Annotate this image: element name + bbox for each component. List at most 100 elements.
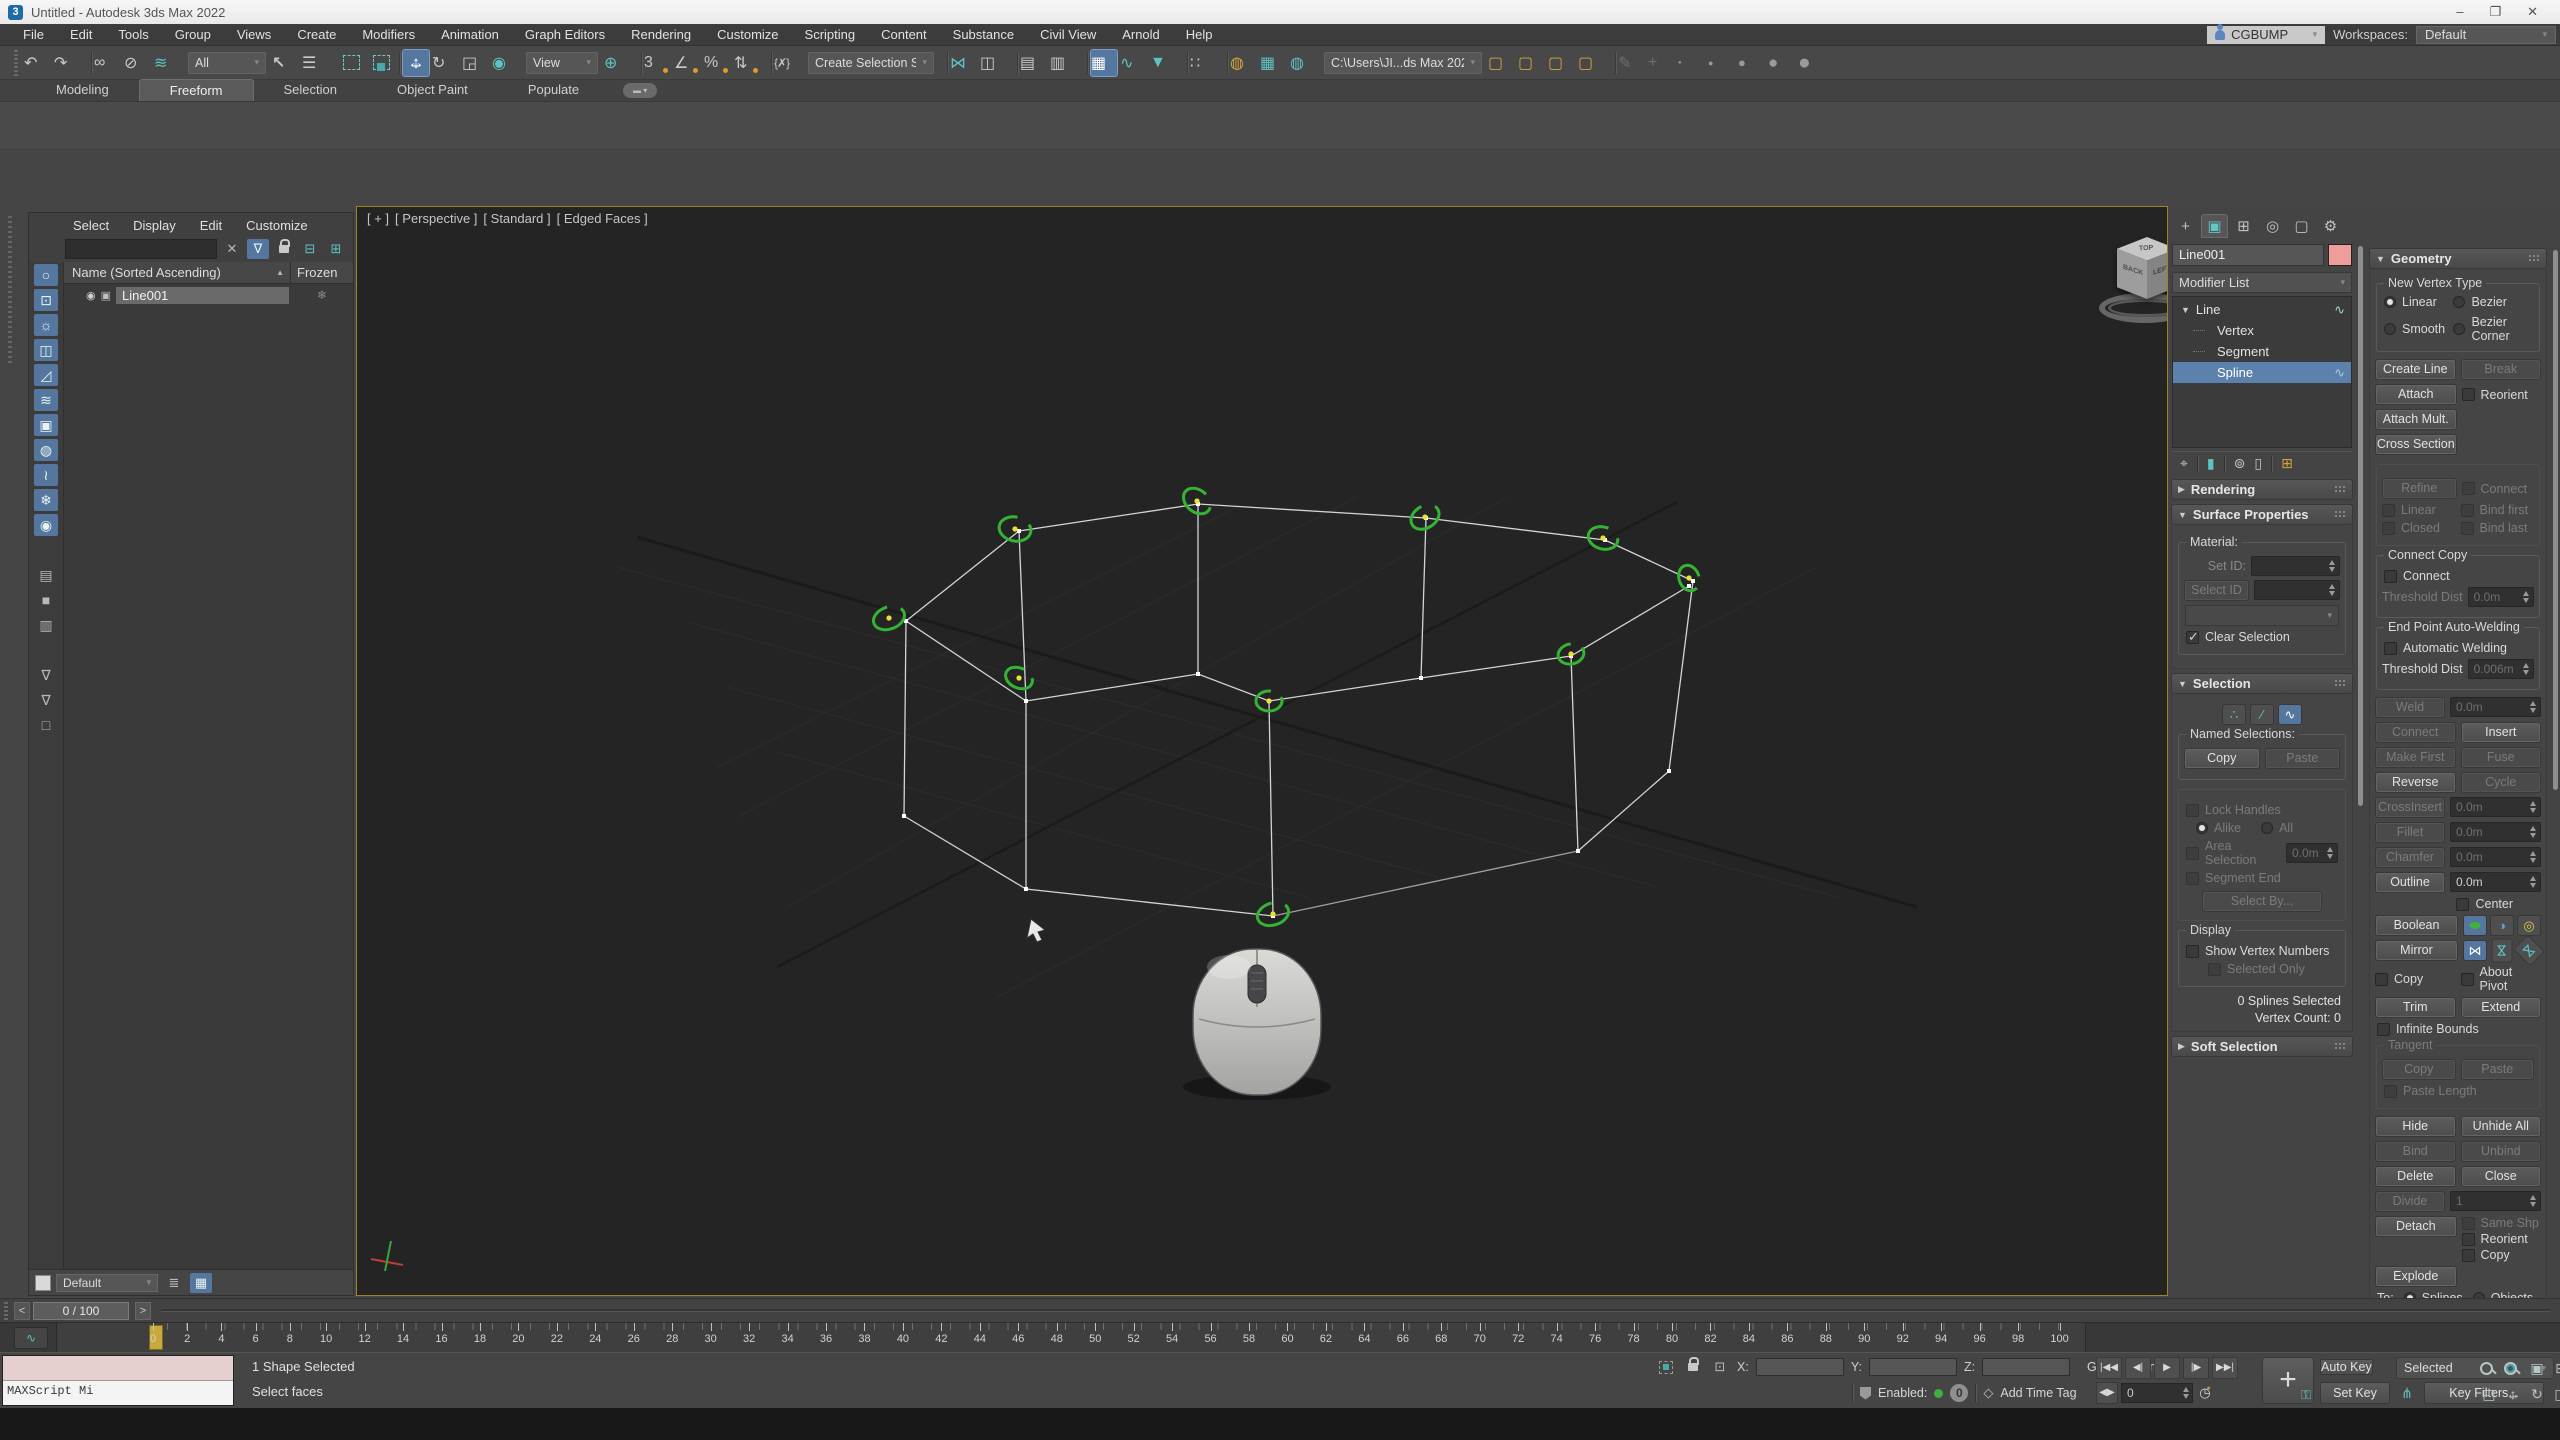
pan-icon[interactable]: [2502, 1383, 2524, 1405]
rendered-frame-window-icon[interactable]: ▢: [1518, 49, 1546, 77]
spline-subobject-icon[interactable]: ∿: [2278, 704, 2302, 725]
scene-explorer-toggle-icon[interactable]: ▦: [1090, 49, 1118, 77]
maxscript-mini-listener[interactable]: MAXScript Mi: [2, 1355, 234, 1406]
geometry-action-value[interactable]: 0.0m: [2450, 847, 2541, 867]
explorer-row-line001[interactable]: ◉ ▣ Line001 ❄: [64, 284, 353, 306]
cross-section-button[interactable]: Cross Section: [2375, 434, 2457, 455]
alike-radio[interactable]: [2196, 822, 2208, 834]
timeslider-handle-grip[interactable]: [4, 1302, 8, 1320]
ribbon-tab[interactable]: Modeling: [26, 79, 139, 101]
angle-snap-icon[interactable]: ∠: [674, 49, 702, 77]
toolbar-separator[interactable]: [1010, 49, 1018, 77]
create-line-button[interactable]: Create Line: [2375, 359, 2456, 380]
undo-icon[interactable]: ↶: [24, 49, 52, 77]
selection-filter-dropdown[interactable]: All ▾: [188, 52, 266, 74]
stack-item[interactable]: Vertex: [2173, 320, 2351, 341]
play-button[interactable]: ▶: [2154, 1357, 2180, 1379]
render-preview-icon[interactable]: ●: [1798, 49, 1826, 77]
toolbar-separator[interactable]: [1080, 49, 1088, 77]
auto-key-button[interactable]: Auto Key: [2320, 1359, 2373, 1375]
display-groups-filter-icon[interactable]: ▣: [34, 414, 58, 436]
lock-explorer-icon[interactable]: [273, 239, 295, 259]
clear-selection-checkbox[interactable]: [2186, 631, 2199, 644]
layer-explorer-icon[interactable]: ▤: [1020, 49, 1048, 77]
weld-threshold-spinner[interactable]: 0.006m: [2468, 659, 2534, 679]
minimize-button[interactable]: –: [2456, 4, 2463, 20]
menu-item[interactable]: Scripting: [792, 25, 869, 44]
hierarchy-mode-icon[interactable]: ⊟: [299, 239, 321, 259]
explorer-search-input[interactable]: [65, 239, 217, 259]
ribbon-toggle-icon[interactable]: ▼: [1150, 49, 1178, 77]
redo-icon[interactable]: ↷: [54, 49, 82, 77]
modify-tab[interactable]: ▣: [2201, 214, 2228, 238]
tool-separator[interactable]: [2197, 456, 2198, 472]
explorer-menu[interactable]: Select: [63, 217, 119, 234]
menu-item[interactable]: Rendering: [618, 25, 704, 44]
segment-subobject-icon[interactable]: ∕: [2250, 704, 2274, 725]
footer-grid-icon[interactable]: ▦: [190, 1273, 212, 1293]
select-by-button[interactable]: Select By...: [2202, 891, 2322, 912]
layer-mode-icon[interactable]: ⊞: [325, 239, 347, 259]
close-button-geometry[interactable]: Close: [2461, 1166, 2542, 1187]
adaptive-degradation-icon[interactable]: [1860, 1387, 1871, 1400]
selected-only-checkbox[interactable]: [2208, 963, 2221, 976]
menu-item[interactable]: Animation: [428, 25, 512, 44]
toolbar-separator[interactable]: [1220, 49, 1228, 77]
mini-curve-editor-button[interactable]: ∿: [14, 1327, 48, 1349]
area-selection-spinner[interactable]: 0.0m: [2286, 843, 2338, 863]
toolbar-separator[interactable]: [634, 49, 642, 77]
y-coordinate-field[interactable]: [1869, 1358, 1957, 1376]
render-preview-icon[interactable]: ●: [1678, 49, 1706, 77]
display-cameras-filter-icon[interactable]: ◫: [34, 339, 58, 361]
z-coordinate-field[interactable]: [1982, 1358, 2070, 1376]
unhide-all-button[interactable]: Unhide All: [2461, 1116, 2542, 1137]
panel-scrollbar[interactable]: [2358, 246, 2363, 806]
spinner-snap-icon[interactable]: ⇅: [734, 49, 762, 77]
set-keys-button[interactable]: +: [2262, 1357, 2314, 1404]
tangent-copy-button[interactable]: Copy: [2382, 1059, 2456, 1080]
utilities-tab[interactable]: ⚙: [2317, 214, 2344, 238]
display-spacewarps-filter-icon[interactable]: ≋: [34, 389, 58, 411]
configure-modifier-sets-icon[interactable]: ⊞: [2281, 455, 2293, 472]
geometry-action-button[interactable]: Make First: [2375, 747, 2456, 768]
menu-item[interactable]: Group: [162, 25, 224, 44]
tool-separator[interactable]: [2224, 456, 2225, 472]
frozen-column-header[interactable]: Frozen: [291, 265, 353, 280]
add-time-tag[interactable]: Add Time Tag: [2000, 1386, 2076, 1400]
delete-button[interactable]: Delete: [2375, 1166, 2456, 1187]
boolean-union-icon[interactable]: ⬬: [2463, 915, 2487, 936]
menu-item[interactable]: Tools: [105, 25, 161, 44]
render-preview-icon[interactable]: ●: [1708, 49, 1736, 77]
current-frame-field[interactable]: 0: [2121, 1383, 2193, 1403]
edit-named-selection-sets-icon[interactable]: {✗}: [774, 49, 802, 77]
ribbon-config-icon[interactable]: ▬ ▾: [623, 83, 657, 98]
render-preview-icon[interactable]: ●: [1738, 49, 1766, 77]
layer-color-swatch[interactable]: [35, 1275, 51, 1291]
select-object-icon[interactable]: ↖: [272, 49, 300, 77]
boolean-subtract-icon[interactable]: ◑: [2490, 915, 2514, 936]
menu-item[interactable]: File: [10, 25, 57, 44]
isolate-selection-icon[interactable]: [1659, 1361, 1673, 1374]
rectangular-selection-region-icon[interactable]: [332, 49, 360, 77]
modifier-list-dropdown[interactable]: Modifier List▾: [2172, 272, 2352, 293]
snap-toggle-icon[interactable]: 3: [644, 49, 672, 77]
new-vertex-type-radio[interactable]: Linear: [2384, 295, 2449, 309]
break-button[interactable]: Break: [2461, 359, 2542, 380]
explorer-menu[interactable]: Display: [123, 217, 186, 234]
boolean-button[interactable]: Boolean: [2375, 915, 2458, 936]
menu-item[interactable]: Edit: [57, 25, 105, 44]
frozen-toggle[interactable]: ❄: [291, 288, 353, 302]
trim-button[interactable]: Trim: [2375, 997, 2456, 1018]
detach-copy-checkbox[interactable]: [2462, 1249, 2475, 1262]
viewport-menu-pov[interactable]: [ Perspective ]: [395, 211, 477, 226]
show-vertex-numbers-checkbox[interactable]: [2186, 945, 2199, 958]
connect-copy-threshold-spinner[interactable]: 0.0m: [2468, 587, 2534, 607]
block-view-icon[interactable]: ■: [34, 589, 58, 611]
display-lights-filter-icon[interactable]: ☼: [34, 314, 58, 336]
key-step-toggle[interactable]: ◀▶: [2096, 1382, 2118, 1404]
menu-item[interactable]: Create: [284, 25, 349, 44]
bind-last-checkbox[interactable]: [2461, 522, 2474, 535]
display-containers-filter-icon[interactable]: ◍: [34, 439, 58, 461]
explorer-menu[interactable]: Edit: [190, 217, 232, 234]
default-layer-dropdown[interactable]: Default▾: [56, 1274, 158, 1292]
